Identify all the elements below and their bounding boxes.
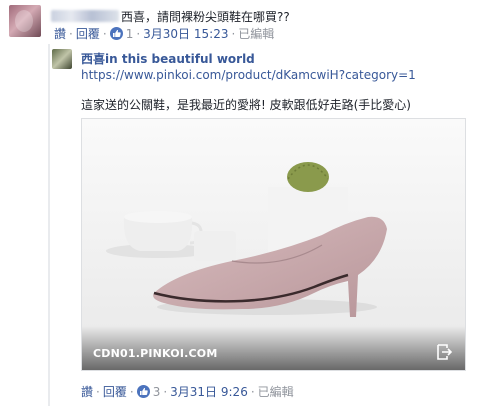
reply-text: 這家送的公關鞋，是我最近的愛將! 皮軟跟低好走路(手比愛心)	[81, 98, 411, 112]
like-count[interactable]: 1	[126, 27, 134, 41]
reply-author-avatar[interactable]	[52, 49, 72, 69]
reply-thread-line	[48, 44, 50, 406]
reply-timestamp[interactable]: 3月31日 9:26	[170, 385, 248, 399]
reply-url-link[interactable]: https://www.pinkoi.com/product/dKamcwiH?…	[81, 68, 416, 82]
like-link[interactable]: 讚	[54, 27, 66, 41]
commenter-name-blurred[interactable]	[51, 10, 119, 22]
reply-actions: 讚 · 回覆 · 3 · 3月31日 9:26 · 已編輯	[81, 385, 294, 399]
reply-like-count[interactable]: 3	[153, 385, 161, 399]
like-count-icon[interactable]	[109, 27, 123, 40]
reply-author-name[interactable]: 西喜in this beautiful world	[81, 50, 255, 67]
edited-label[interactable]: 已編輯	[238, 27, 274, 41]
reply-reply-link[interactable]: 回覆	[103, 385, 127, 399]
comment-body: 西喜，請問裸粉尖頭鞋在哪買??	[51, 9, 290, 25]
link-preview-card[interactable]: CDN01.PINKOI.COM	[81, 118, 466, 371]
comment-actions: 讚 · 回覆 · 1 · 3月30日 15:23 · 已編輯	[54, 27, 275, 41]
reply-like-count-icon[interactable]	[136, 385, 150, 398]
comment-text: 西喜，請問裸粉尖頭鞋在哪買??	[121, 10, 290, 24]
commenter-avatar[interactable]	[9, 5, 41, 37]
reply-link[interactable]: 回覆	[76, 27, 100, 41]
preview-domain: CDN01.PINKOI.COM	[93, 347, 218, 360]
share-icon[interactable]	[435, 343, 453, 361]
comment-timestamp[interactable]: 3月30日 15:23	[143, 27, 228, 41]
reply-edited-label[interactable]: 已編輯	[258, 385, 294, 399]
reply-like-link[interactable]: 讚	[81, 385, 93, 399]
